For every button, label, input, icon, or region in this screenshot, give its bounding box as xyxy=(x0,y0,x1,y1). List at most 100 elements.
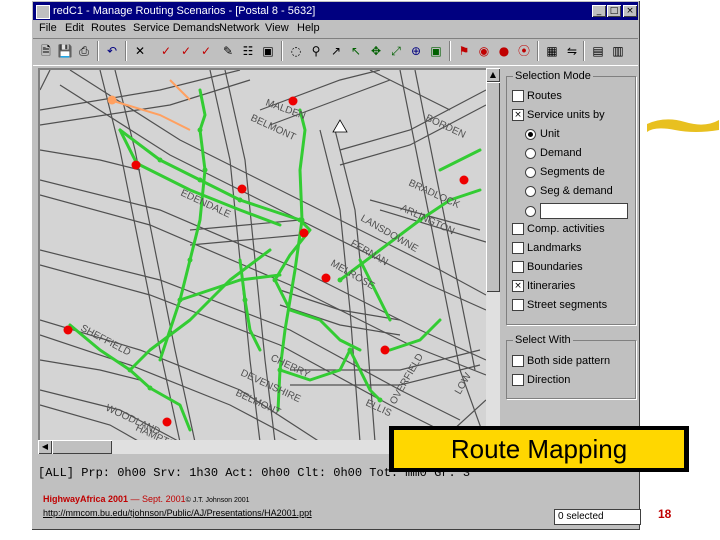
map-view[interactable]: MALDEN BELMONT BORDEN BRADLOCK ARLINGTON… xyxy=(38,68,487,443)
both-side-checkbox[interactable]: Both side pattern xyxy=(512,354,610,368)
custom-value-input[interactable] xyxy=(540,203,628,219)
segments-radio[interactable]: Segments de xyxy=(525,165,605,179)
footer-url-link[interactable]: http://mmcom.bu.edu/tjohnson/Public/AJ/P… xyxy=(43,508,312,518)
check-icon[interactable]: ✓ xyxy=(157,42,175,60)
scrollbar-thumb[interactable] xyxy=(486,82,500,292)
layer-down-icon[interactable]: ▥ xyxy=(609,42,627,60)
comp-activities-label: Comp. activities xyxy=(527,223,605,235)
flag-icon[interactable]: ⚑ xyxy=(455,42,473,60)
itineraries-checkbox[interactable]: × Itineraries xyxy=(512,279,575,293)
depot-marker[interactable] xyxy=(107,95,117,105)
check-all-icon[interactable]: ✓ xyxy=(197,42,215,60)
app-icon[interactable] xyxy=(36,5,50,19)
radio-icon[interactable] xyxy=(525,205,536,217)
routes-checkbox[interactable]: Routes xyxy=(512,89,562,103)
stop-remove-icon[interactable]: ● xyxy=(495,42,513,60)
binoculars-icon[interactable]: ◌ xyxy=(287,42,305,60)
custom-radio[interactable] xyxy=(525,203,628,219)
street-segments-checkbox[interactable]: Street segments xyxy=(512,298,607,312)
scrollbar-thumb[interactable] xyxy=(52,440,112,454)
checkbox-box[interactable] xyxy=(512,223,524,236)
stop-marker[interactable] xyxy=(162,417,172,427)
stop-marker[interactable] xyxy=(237,184,247,194)
street-label: CHERRY xyxy=(269,353,312,381)
comp-activities-checkbox[interactable]: Comp. activities xyxy=(512,222,605,236)
radio-icon[interactable] xyxy=(525,147,536,159)
toolbar-separator xyxy=(125,41,127,61)
arrow-tool-icon[interactable]: ↗ xyxy=(327,42,345,60)
check-green-icon[interactable]: ✓ xyxy=(177,42,195,60)
unit-radio[interactable]: Unit xyxy=(525,127,560,141)
minimize-button[interactable]: _ xyxy=(592,5,606,17)
undo-icon[interactable]: ↶ xyxy=(103,42,121,60)
street-label: MALDEN xyxy=(264,97,307,122)
direction-checkbox[interactable]: Direction xyxy=(512,373,570,387)
stop-marker[interactable] xyxy=(299,228,309,238)
scroll-left-icon[interactable]: ◀ xyxy=(38,440,52,454)
menu-view[interactable]: View xyxy=(265,22,289,34)
stop-marker[interactable] xyxy=(131,160,141,170)
pan-icon[interactable]: ↖ xyxy=(347,42,365,60)
map-vertical-scrollbar[interactable]: ▲ ▼ xyxy=(486,68,500,440)
stop-add-icon[interactable]: ◉ xyxy=(475,42,493,60)
checkbox-checked-icon[interactable]: × xyxy=(512,109,524,122)
checkbox-box[interactable] xyxy=(512,242,524,255)
toolbar: 🗎 💾 ⎙ ↶ ✕ ✓ ✓ ✓ ✎ ☷ ▣ ◌ ⚲ ↗ ↖ ✥ ⤢ ⊕ ▣ ⚑ … xyxy=(33,38,638,66)
toolbar-separator xyxy=(537,41,539,61)
menu-service-demands[interactable]: Service Demands xyxy=(133,22,220,34)
radio-icon[interactable] xyxy=(525,166,536,178)
menu-help[interactable]: Help xyxy=(297,22,320,34)
checkbox-box[interactable] xyxy=(512,299,524,312)
toolbar-separator xyxy=(97,41,99,61)
link-icon[interactable]: ⇋ xyxy=(563,42,581,60)
stop-edit-icon[interactable]: ⦿ xyxy=(515,42,533,60)
title-bar[interactable]: redC1 - Manage Routing Scenarios - [Post… xyxy=(33,2,638,20)
menu-routes[interactable]: Routes xyxy=(91,22,126,34)
selection-mode-legend: Selection Mode xyxy=(513,70,593,82)
stop-marker[interactable] xyxy=(459,175,469,185)
checkbox-box[interactable] xyxy=(512,90,524,103)
menu-network[interactable]: Network xyxy=(219,22,259,34)
zoom-fit-icon[interactable]: ▣ xyxy=(427,42,445,60)
radio-selected-icon[interactable] xyxy=(525,128,536,140)
cut-icon[interactable]: ✕ xyxy=(131,42,149,60)
landmarks-checkbox[interactable]: Landmarks xyxy=(512,241,581,255)
list-icon[interactable]: ☷ xyxy=(239,42,257,60)
scroll-up-icon[interactable]: ▲ xyxy=(486,68,500,82)
unit-label: Unit xyxy=(540,128,560,140)
segments-label: Segments de xyxy=(540,166,605,178)
print-icon[interactable]: ⎙ xyxy=(75,42,93,60)
expand-icon[interactable]: ⤢ xyxy=(387,42,405,60)
checkbox-checked-icon[interactable]: × xyxy=(512,280,524,293)
stop-marker[interactable] xyxy=(321,273,331,283)
direction-label: Direction xyxy=(527,374,571,386)
layer-up-icon[interactable]: ▤ xyxy=(589,42,607,60)
checkbox-box[interactable] xyxy=(512,261,524,274)
itineraries-label: Itineraries xyxy=(527,280,576,292)
demand-radio[interactable]: Demand xyxy=(525,146,582,160)
grid-icon[interactable]: ▦ xyxy=(543,42,561,60)
properties-icon[interactable]: ▣ xyxy=(259,42,277,60)
seg-demand-radio[interactable]: Seg & demand xyxy=(525,184,613,198)
move-icon[interactable]: ✥ xyxy=(367,42,385,60)
menu-edit[interactable]: Edit xyxy=(65,22,84,34)
checkbox-box[interactable] xyxy=(512,374,524,387)
checkbox-box[interactable] xyxy=(512,355,524,368)
save-icon[interactable]: 💾 xyxy=(56,42,74,60)
edit-pencil-icon[interactable]: ✎ xyxy=(219,42,237,60)
menu-file[interactable]: File xyxy=(39,22,57,34)
stop-marker[interactable] xyxy=(288,96,298,106)
new-icon[interactable]: 🗎 xyxy=(37,42,55,60)
service-units-checkbox[interactable]: × Service units by xyxy=(512,108,605,122)
maximize-button[interactable]: □ xyxy=(607,5,621,17)
stop-marker[interactable] xyxy=(63,325,73,335)
find-icon[interactable]: ⚲ xyxy=(307,42,325,60)
street-label: OVERFIELD xyxy=(388,352,426,407)
street-map[interactable]: MALDEN BELMONT BORDEN BRADLOCK ARLINGTON… xyxy=(40,70,486,442)
boundaries-checkbox[interactable]: Boundaries xyxy=(512,260,583,274)
radio-icon[interactable] xyxy=(525,185,536,197)
zoom-in-icon[interactable]: ⊕ xyxy=(407,42,425,60)
select-with-legend: Select With xyxy=(513,334,573,346)
close-button[interactable]: × xyxy=(623,5,637,17)
stop-marker[interactable] xyxy=(380,345,390,355)
